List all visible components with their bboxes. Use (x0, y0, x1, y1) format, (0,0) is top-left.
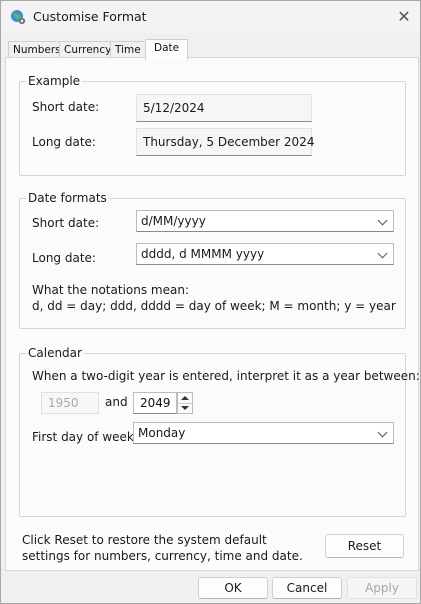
long-date-format-label: Long date: (32, 251, 96, 265)
long-date-format-combo[interactable]: dddd, d MMMM yyyy (136, 243, 394, 265)
close-icon[interactable]: ✕ (393, 7, 415, 27)
two-digit-year-text: When a two-digit year is entered, interp… (32, 369, 420, 383)
year-to-spinner[interactable] (177, 392, 193, 414)
calendar-group: Calendar When a two-digit year is entere… (19, 346, 420, 517)
chevron-down-icon (377, 427, 388, 438)
year-from-field: 1950 (41, 392, 99, 414)
year-to-field[interactable]: 2049 (133, 392, 177, 414)
example-long-date-label: Long date: (32, 135, 96, 149)
first-day-of-week-combo[interactable]: Monday (133, 422, 394, 444)
arrow-up-icon (181, 396, 189, 400)
example-short-date-label: Short date: (32, 100, 100, 114)
first-day-of-week-value: Monday (138, 426, 186, 440)
date-formats-group: Date formats Short date: d/MM/yyyy Long … (19, 191, 406, 329)
cancel-button[interactable]: Cancel (272, 577, 342, 599)
customise-format-dialog: Customise Format ✕ Numbers Currency Time… (0, 0, 421, 604)
arrow-down-icon (181, 406, 189, 410)
chevron-down-icon (377, 215, 388, 226)
example-group: Example Short date: 5/12/2024 Long date:… (19, 74, 406, 176)
title-bar: Customise Format ✕ (1, 1, 420, 33)
notation-title: What the notations mean: (32, 283, 189, 297)
spin-down-button[interactable] (178, 403, 192, 413)
short-date-format-combo[interactable]: d/MM/yyyy (136, 210, 394, 232)
short-date-format-label: Short date: (32, 216, 100, 230)
example-short-date-value: 5/12/2024 (136, 94, 312, 122)
apply-button: Apply (347, 577, 417, 599)
ok-button[interactable]: OK (198, 577, 268, 599)
and-label: and (105, 395, 128, 409)
window-title: Customise Format (33, 9, 147, 24)
reset-button[interactable]: Reset (325, 534, 404, 558)
example-legend: Example (26, 74, 83, 88)
date-tab-panel: Example Short date: 5/12/2024 Long date:… (5, 57, 420, 571)
tab-date[interactable]: Date (145, 39, 189, 60)
chevron-down-icon (377, 248, 388, 259)
reset-description: Click Reset to restore the system defaul… (22, 533, 303, 563)
dialog-footer: OK Cancel Apply (1, 571, 420, 603)
first-day-of-week-label: First day of week: (32, 430, 138, 444)
short-date-format-value: d/MM/yyyy (141, 214, 206, 228)
long-date-format-value: dddd, d MMMM yyyy (141, 247, 265, 261)
calendar-legend: Calendar (26, 346, 84, 360)
date-formats-legend: Date formats (26, 191, 109, 205)
globe-gear-icon (11, 10, 26, 25)
notation-text: d, dd = day; ddd, dddd = day of week; M … (32, 299, 396, 313)
example-long-date-value: Thursday, 5 December 2024 (136, 128, 314, 156)
